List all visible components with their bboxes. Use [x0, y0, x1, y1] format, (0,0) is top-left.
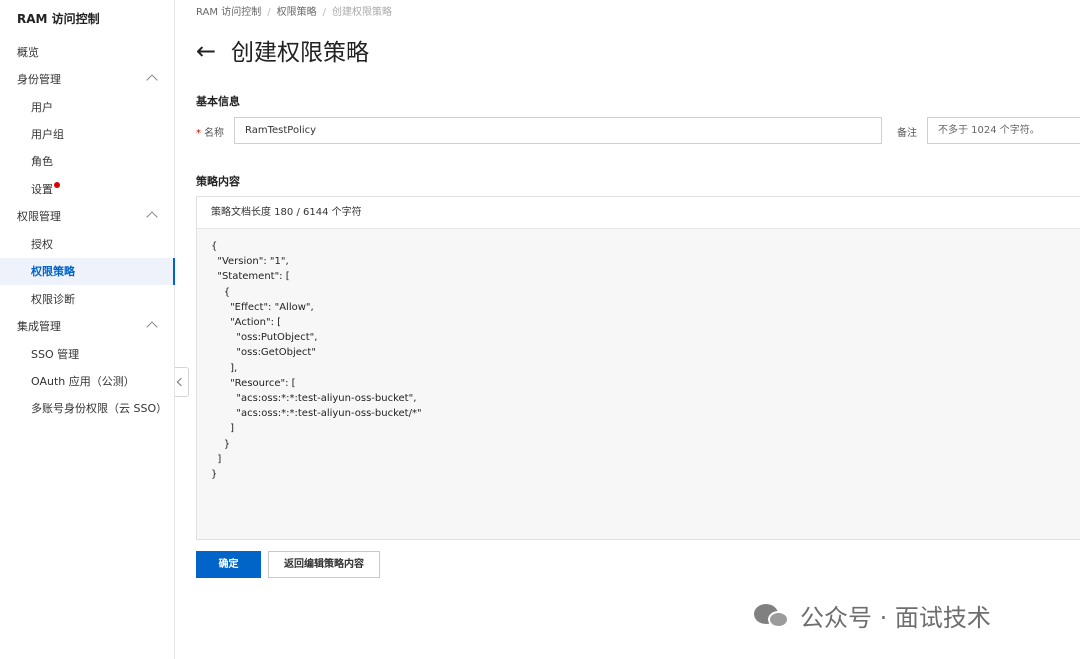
chevron-up-icon	[146, 321, 158, 333]
policy-document[interactable]: { "Version": "1", "Statement": [ { "Effe…	[197, 229, 1080, 492]
sidebar-item-label: OAuth 应用（公测）	[31, 375, 135, 388]
policy-length-info: 策略文档长度 180 / 6144 个字符	[197, 197, 1080, 229]
sidebar-item-users[interactable]: 用户	[0, 94, 174, 121]
sidebar-item-label: 概览	[17, 46, 39, 59]
sidebar-item-label: 用户	[31, 101, 53, 114]
sidebar-item-label: 权限管理	[17, 210, 61, 223]
sidebar-item-label: 角色	[31, 155, 53, 168]
breadcrumb-separator: /	[322, 7, 326, 18]
sidebar-item-label: 多账号身份权限（云 SSO）	[31, 402, 168, 415]
sidebar-item-label: SSO 管理	[31, 348, 80, 361]
sidebar-item-user-groups[interactable]: 用户组	[0, 121, 174, 148]
wechat-icon	[752, 600, 792, 630]
policy-name-input[interactable]: RamTestPolicy	[234, 117, 882, 144]
sidebar-item-label: 设置	[31, 183, 53, 196]
chevron-up-icon	[146, 211, 158, 223]
sidebar-item-policies[interactable]: 权限策略	[0, 258, 175, 285]
chevron-up-icon	[146, 74, 158, 86]
basic-info-section-title: 基本信息	[196, 95, 240, 108]
required-mark: *	[196, 128, 201, 139]
sidebar-item-diagnostics[interactable]: 权限诊断	[0, 286, 174, 313]
sidebar-item-settings[interactable]: 设置	[0, 176, 174, 203]
sidebar-item-label: 用户组	[31, 128, 64, 141]
confirm-button[interactable]: 确定	[196, 551, 261, 578]
remark-input[interactable]: 不多于 1024 个字符。	[927, 117, 1080, 144]
watermark-text: 公众号 · 面试技术	[800, 603, 991, 632]
policy-editor[interactable]: 策略文档长度 180 / 6144 个字符 { "Version": "1", …	[196, 196, 1080, 540]
name-label-text: 名称	[204, 128, 224, 139]
remark-field-label: 备注	[897, 128, 917, 139]
sidebar-item-label: 集成管理	[17, 320, 61, 333]
sidebar-item-grants[interactable]: 授权	[0, 231, 174, 258]
back-arrow-icon[interactable]: ←	[196, 37, 216, 65]
back-to-edit-button[interactable]: 返回编辑策略内容	[268, 551, 380, 578]
sidebar-item-cloud-sso[interactable]: 多账号身份权限（云 SSO）	[0, 395, 174, 422]
breadcrumb-item-current: 创建权限策略	[331, 7, 392, 18]
sidebar-collapse-button[interactable]	[175, 367, 189, 397]
breadcrumb: RAM 访问控制 / 权限策略 / 创建权限策略	[196, 3, 392, 18]
sidebar-group-identity[interactable]: 身份管理	[0, 66, 174, 93]
sidebar-item-roles[interactable]: 角色	[0, 148, 174, 175]
page-title: 创建权限策略	[231, 40, 369, 66]
sidebar: RAM 访问控制 概览 身份管理 用户 用户组 角色 设置 权限管理 授权 权限…	[0, 0, 175, 659]
sidebar-title: RAM 访问控制	[17, 12, 100, 26]
sidebar-item-label: 权限诊断	[31, 293, 75, 306]
sidebar-item-label: 身份管理	[17, 73, 61, 86]
sidebar-item-oauth[interactable]: OAuth 应用（公测）	[0, 368, 174, 395]
breadcrumb-item-ram[interactable]: RAM 访问控制	[196, 7, 261, 18]
sidebar-group-permissions[interactable]: 权限管理	[0, 203, 174, 230]
sidebar-item-sso[interactable]: SSO 管理	[0, 341, 174, 368]
notification-dot-icon	[54, 182, 60, 188]
sidebar-item-label: 授权	[31, 238, 53, 251]
breadcrumb-item-policies[interactable]: 权限策略	[277, 7, 317, 18]
policy-section-title: 策略内容	[196, 175, 240, 188]
name-field-label: * 名称	[196, 124, 224, 139]
sidebar-item-label: 权限策略	[31, 265, 75, 278]
sidebar-group-integration[interactable]: 集成管理	[0, 313, 174, 340]
chevron-left-icon	[176, 377, 186, 387]
watermark: 公众号 · 面试技术	[752, 597, 991, 633]
breadcrumb-separator: /	[267, 7, 271, 18]
sidebar-item-overview[interactable]: 概览	[0, 39, 174, 66]
